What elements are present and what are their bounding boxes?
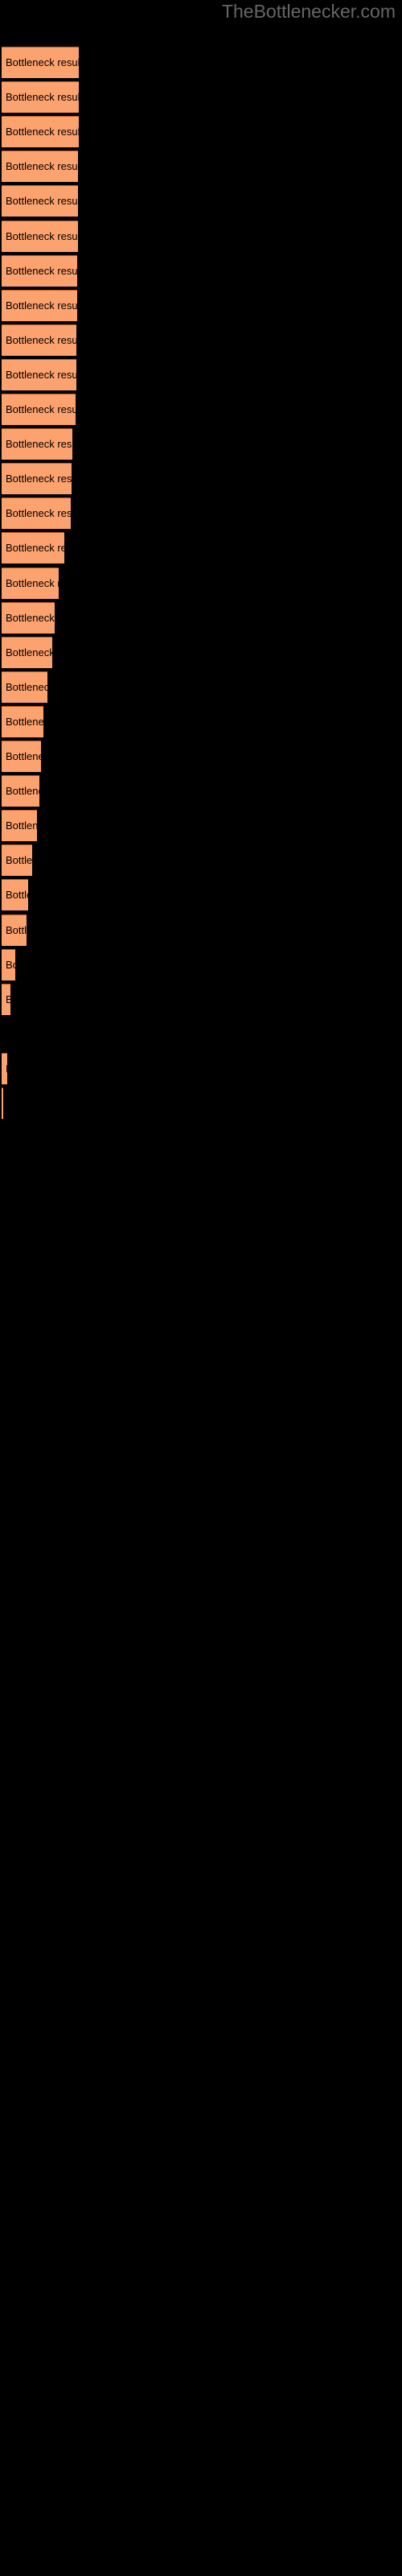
bar-clip: Bottleneck result	[2, 637, 52, 668]
bar-label-14: Bottleneck result	[6, 507, 71, 519]
bar-31[interactable]	[2, 1088, 3, 1119]
bar-clip: Bottleneck result	[2, 775, 39, 807]
bar-label-10: Bottleneck result	[6, 369, 76, 381]
bar-label-11: Bottleneck result	[6, 403, 76, 415]
chart-root: TheBottlenecker.com Bottleneck result Bot…	[0, 0, 402, 2576]
bar-clip: Bottleneck result	[2, 47, 79, 78]
bar-clip: Bottleneck result	[2, 949, 15, 980]
bar-clip: Bottleneck result	[2, 671, 47, 703]
bar-label-6: Bottleneck result	[6, 230, 78, 242]
bar-clip: Bottleneck result	[2, 984, 10, 1015]
bar-clip: Bottleneck result	[2, 359, 76, 390]
bar-label-20: Bottleneck result	[6, 716, 43, 728]
bar-clip: Bottleneck result	[2, 1053, 7, 1084]
bar-clip: Bottleneck result	[2, 255, 77, 287]
bar-chart-plot-area: Bottleneck result Bottleneck result Bottle…	[0, 0, 402, 2576]
bar-clip: Bottleneck result	[2, 116, 79, 147]
bar-label-2: Bottleneck result	[6, 91, 79, 103]
bar-label-22: Bottleneck result	[6, 785, 39, 797]
bar-label-24: Bottleneck result	[6, 854, 32, 866]
bar-label-15: Bottleneck result	[6, 542, 64, 554]
bar-clip: Bottleneck result	[2, 1088, 3, 1119]
bar-clip: Bottleneck result	[2, 81, 79, 113]
bar-clip: Bottleneck result	[2, 290, 77, 321]
bar-clip: Bottleneck result	[2, 741, 41, 772]
bar-label-12: Bottleneck result	[6, 438, 72, 450]
bar-label-13: Bottleneck result	[6, 473, 72, 485]
bar-clip: Bottleneck result	[2, 844, 32, 876]
bar-label-28: Bottleneck result	[6, 993, 10, 1005]
bar-label-21: Bottleneck result	[6, 750, 41, 762]
bar-clip: Bottleneck result	[2, 394, 76, 425]
bar-label-5: Bottleneck result	[6, 195, 78, 207]
bar-clip: Bottleneck result	[2, 810, 37, 841]
bar-clip: Bottleneck result	[2, 532, 64, 564]
bar-clip: Bottleneck result	[2, 324, 76, 356]
bar-clip: Bottleneck result	[2, 602, 55, 634]
bar-label-26: Bottleneck result	[6, 924, 27, 936]
bar-clip: Bottleneck result	[2, 185, 78, 217]
bar-label-9: Bottleneck result	[6, 334, 76, 346]
bar-clip: Bottleneck result	[2, 151, 78, 182]
bar-clip: Bottleneck result	[2, 706, 43, 737]
bar-label-30: Bottleneck result	[6, 1053, 7, 1084]
bar-label-7: Bottleneck result	[6, 265, 77, 277]
bar-label-23: Bottleneck result	[6, 819, 37, 832]
bar-label-4: Bottleneck result	[6, 160, 78, 172]
bar-clip: Bottleneck result	[2, 497, 71, 529]
bar-clip: Bottleneck result	[2, 879, 28, 910]
bar-label-17: Bottleneck result	[6, 612, 55, 624]
bar-label-3: Bottleneck result	[6, 126, 79, 138]
bar-label-18: Bottleneck result	[6, 646, 52, 658]
bar-clip: Bottleneck result	[2, 568, 59, 599]
bar-label-19: Bottleneck result	[6, 681, 47, 693]
bar-label-8: Bottleneck result	[6, 299, 77, 312]
bar-clip: Bottleneck result	[2, 463, 72, 494]
bar-label-16: Bottleneck result	[6, 577, 59, 589]
bar-label-1: Bottleneck result	[6, 56, 79, 68]
bar-label-27: Bottleneck result	[6, 959, 15, 971]
bar-label-25: Bottleneck result	[6, 889, 28, 901]
bar-clip: Bottleneck result	[2, 221, 78, 252]
bar-clip: Bottleneck result	[2, 428, 72, 460]
bar-clip: Bottleneck result	[2, 914, 27, 946]
